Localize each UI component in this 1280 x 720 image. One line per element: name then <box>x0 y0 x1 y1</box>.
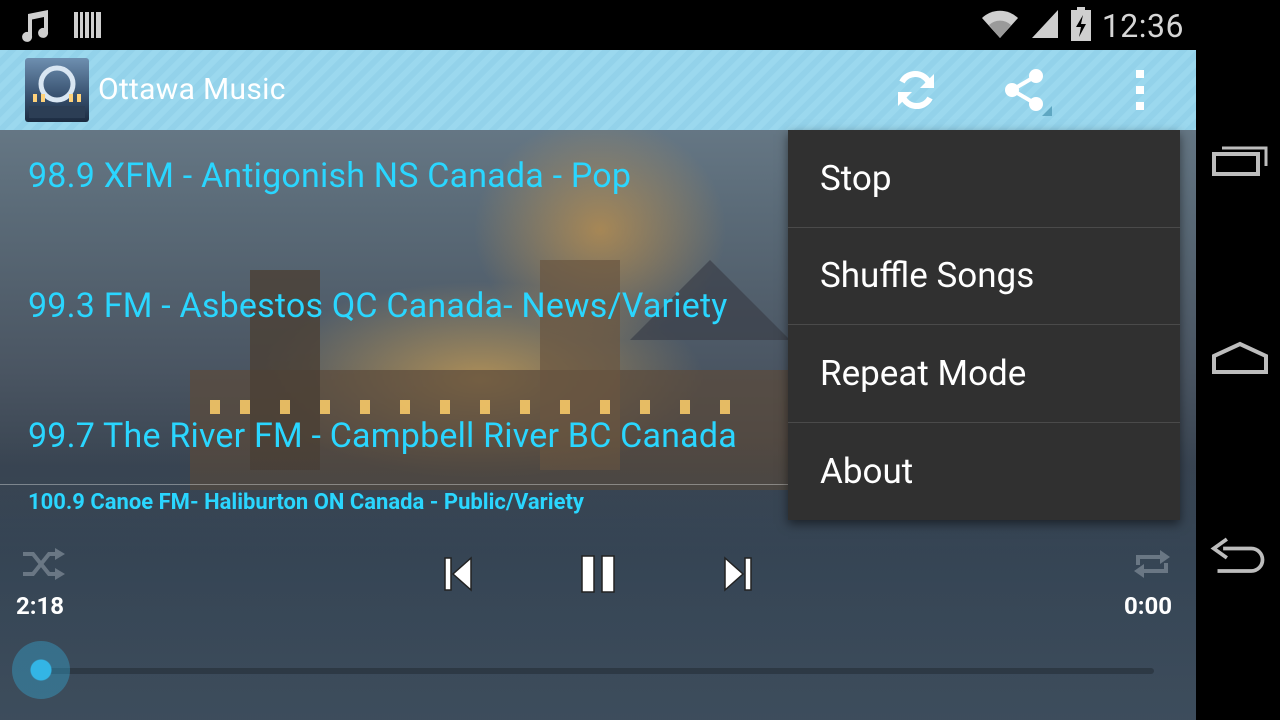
seek-bar[interactable] <box>40 668 1154 674</box>
station-item[interactable]: 99.7 The River FM - Campbell River BC Ca… <box>28 416 737 456</box>
share-icon <box>1005 69 1052 116</box>
menu-item-stop[interactable]: Stop <box>788 130 1180 228</box>
repeat-icon <box>1134 550 1170 578</box>
overflow-menu-button[interactable] <box>1112 62 1168 118</box>
repeat-button[interactable] <box>1128 544 1176 584</box>
duration-time: 0:00 <box>1124 592 1173 620</box>
elapsed-time: 2:18 <box>16 592 65 620</box>
app-title: Ottawa Music <box>98 72 286 107</box>
refresh-icon <box>898 70 934 110</box>
next-icon <box>724 556 752 592</box>
home-button[interactable] <box>1210 338 1270 378</box>
app-logo-icon[interactable] <box>25 58 89 122</box>
recent-apps-button[interactable] <box>1210 140 1270 180</box>
overflow-menu: Stop Shuffle Songs Repeat Mode About <box>788 130 1180 520</box>
pause-button[interactable] <box>574 550 622 598</box>
share-button[interactable] <box>998 62 1054 118</box>
shuffle-icon <box>23 548 65 580</box>
list-divider <box>0 484 790 485</box>
action-bar: Ottawa Music <box>0 50 1196 130</box>
home-icon <box>1212 341 1268 374</box>
menu-item-about[interactable]: About <box>788 423 1180 521</box>
navigation-bar <box>1196 0 1280 720</box>
now-playing-title: 100.9 Canoe FM- Haliburton ON Canada - P… <box>28 490 584 515</box>
shuffle-button[interactable] <box>20 544 68 584</box>
status-bar: 12:36 <box>0 0 1196 50</box>
refresh-button[interactable] <box>888 62 944 118</box>
next-button[interactable] <box>716 550 760 598</box>
previous-icon <box>444 556 472 592</box>
status-time: 12:36 <box>1101 7 1184 45</box>
battery-charging-icon <box>1070 6 1092 46</box>
previous-button[interactable] <box>436 550 480 598</box>
barcode-icon <box>74 10 102 44</box>
station-item[interactable]: 98.9 XFM - Antigonish NS Canada - Pop <box>28 156 631 196</box>
menu-item-shuffle-songs[interactable]: Shuffle Songs <box>788 228 1180 325</box>
back-icon <box>1210 537 1265 573</box>
overflow-dots-icon <box>1136 70 1144 110</box>
app-window: Ottawa Music 98.9 XFM - Antigonish NS Ca… <box>0 50 1196 720</box>
pause-icon <box>581 555 615 593</box>
back-button[interactable] <box>1210 536 1270 576</box>
recent-apps-icon <box>1212 146 1268 176</box>
signal-icon <box>1030 8 1060 44</box>
wifi-icon <box>980 8 1020 44</box>
menu-item-repeat-mode[interactable]: Repeat Mode <box>788 325 1180 423</box>
seek-thumb[interactable] <box>12 641 70 699</box>
station-item[interactable]: 99.3 FM - Asbestos QC Canada- News/Varie… <box>28 286 728 326</box>
music-note-icon <box>18 8 52 46</box>
